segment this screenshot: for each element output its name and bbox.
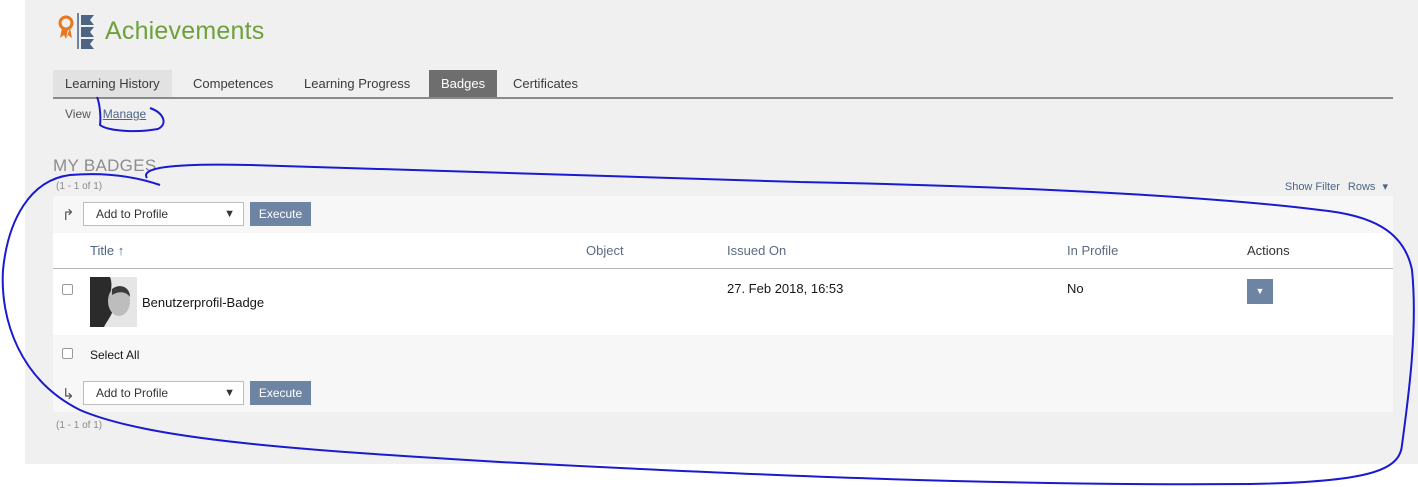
subtab-bar: View Manage [65, 107, 158, 121]
caret-down-icon: ▾ [1382, 181, 1388, 193]
table-header: Title ↑ Object Issued On In Profile Acti… [53, 233, 1393, 269]
tab-badges[interactable]: Badges [429, 70, 498, 97]
section-title: MY BADGES [53, 156, 157, 175]
arrow-right-icon: ↱ [62, 207, 75, 224]
badge-thumbnail [90, 277, 137, 327]
column-title-label: Title [90, 243, 115, 258]
arrow-down-right-icon: ↳ [62, 386, 75, 403]
rows-label: Rows [1347, 181, 1376, 193]
tab-competences[interactable]: Competences [181, 70, 285, 97]
select-all-label[interactable]: Select All [90, 348, 139, 362]
badge-title: Benutzerprofil-Badge [142, 295, 265, 310]
tab-learning-progress[interactable]: Learning Progress [292, 70, 422, 97]
badge-issued-on: 27. Feb 2018, 16:53 [727, 281, 844, 296]
caret-down-icon: ▼ [1255, 286, 1265, 296]
page-header: Achievements [57, 11, 264, 51]
actions-dropdown-button[interactable]: ▼ [1247, 279, 1273, 304]
subtab-manage[interactable]: Manage [103, 107, 146, 121]
tab-certificates[interactable]: Certificates [501, 70, 590, 97]
execute-button-top[interactable]: Execute [250, 202, 311, 226]
select-caret-icon: ▼ [224, 387, 235, 399]
command-bar-top: ↱ Add to Profile ▼ Execute [53, 196, 1393, 233]
command-select-bottom[interactable]: Add to Profile ▼ [83, 381, 244, 405]
badge-in-profile: No [1067, 281, 1084, 296]
column-object[interactable]: Object [586, 243, 624, 258]
command-bar-bottom: ↳ Add to Profile ▼ Execute [53, 375, 1393, 412]
select-all-row: Select All [53, 335, 1393, 375]
result-count-bottom: (1 - 1 of 1) [56, 420, 103, 431]
column-actions: Actions [1247, 243, 1290, 258]
column-title[interactable]: Title ↑ [90, 243, 124, 258]
column-issued-on[interactable]: Issued On [727, 243, 786, 258]
tab-bar: Learning History Competences Learning Pr… [53, 70, 1393, 99]
command-select-top[interactable]: Add to Profile ▼ [83, 202, 244, 226]
subtab-view[interactable]: View [65, 107, 91, 121]
achievements-icon [58, 13, 94, 49]
result-count-top: (1 - 1 of 1) [56, 181, 103, 192]
row-checkbox[interactable] [62, 284, 73, 295]
page-title: Achievements [105, 16, 265, 45]
badge-image [90, 277, 137, 327]
execute-button-bottom[interactable]: Execute [250, 381, 311, 405]
sort-ascending-icon: ↑ [117, 243, 125, 258]
column-in-profile[interactable]: In Profile [1067, 243, 1118, 258]
select-all-checkbox[interactable] [62, 348, 73, 359]
command-select-value: Add to Profile [96, 386, 169, 400]
command-select-value: Add to Profile [96, 207, 169, 221]
show-filter-link[interactable]: Show Filter [1285, 181, 1340, 193]
table-row: Benutzerprofil-Badge 27. Feb 2018, 16:53… [53, 269, 1393, 334]
rows-dropdown[interactable]: Rows ▾ [1344, 181, 1388, 193]
select-caret-icon: ▼ [224, 208, 235, 220]
badges-table: ↱ Add to Profile ▼ Execute Title ↑ Objec… [53, 196, 1393, 412]
table-filter-controls: Show Filter Rows ▾ [1281, 180, 1388, 193]
tab-learning-history[interactable]: Learning History [53, 70, 172, 97]
